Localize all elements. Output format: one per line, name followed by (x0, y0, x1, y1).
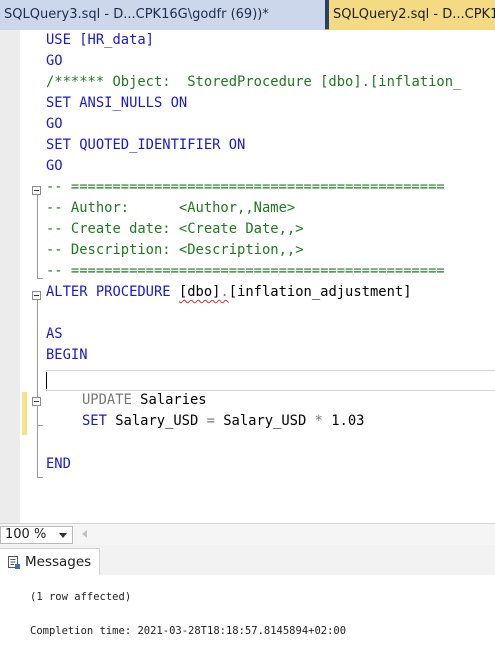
outline-line-comment (37, 195, 38, 278)
tab-sqlquery3-label: SQLQuery3.sql - D...CPK16G\godfr (69))* (4, 7, 269, 22)
code-line-2: GO (46, 51, 63, 72)
multiply-operator: * (314, 413, 332, 429)
code-line-6: SET QUOTED_IDENTIFIER ON (46, 135, 245, 156)
as-keyword: AS (46, 326, 63, 342)
object-comment: /****** Object: StoredProcedure [dbo].[i… (46, 74, 462, 90)
code-line-15: AS (46, 324, 63, 345)
messages-output[interactable]: (1 row affected) Completion time: 2021-0… (0, 575, 495, 663)
code-line-12: -- =====================================… (46, 261, 445, 282)
text-caret (46, 372, 47, 389)
column-name: Salary_USD (115, 413, 207, 429)
chevron-down-icon[interactable] (59, 533, 67, 538)
set-keyword: SET (82, 413, 116, 429)
set-quoted-identifier: SET QUOTED_IDENTIFIER (46, 137, 229, 153)
results-tab-strip: Messages (0, 545, 495, 575)
tab-sqlquery2-label: SQLQuery2.sql - D...CPK1 (333, 7, 495, 22)
rows-affected-message: (1 row affected) (30, 591, 132, 603)
code-line-13: ALTER PROCEDURE [dbo].[inflation_adjustm… (46, 282, 412, 303)
equals-operator: = (206, 413, 224, 429)
scroll-left-arrow-icon[interactable] (82, 530, 87, 538)
comment-author: -- Author: <Author,,Name> (46, 200, 296, 216)
comment-description: -- Description: <Description,,> (46, 242, 304, 258)
code-line-1: USE [HR_data] (46, 30, 154, 51)
comment-separator: -- =====================================… (46, 263, 445, 279)
editor-status-strip: 100 % (0, 523, 495, 545)
code-line-16: BEGIN (46, 345, 88, 366)
indicator-margin (0, 30, 20, 523)
column-name: Salary_USD (223, 413, 315, 429)
code-line-19: SET Salary_USD = Salary_USD * 1.03 (82, 411, 364, 432)
alter-procedure-keyword: ALTER PROCEDURE (46, 284, 179, 300)
code-line-9: -- Author: <Author,,Name> (46, 198, 295, 219)
go-keyword: GO (46, 116, 63, 132)
messages-icon (8, 556, 20, 569)
tab-messages[interactable]: Messages (0, 548, 100, 575)
comment-separator: -- =====================================… (46, 179, 445, 195)
document-tab-strip: SQLQuery3.sql - D...CPK16G\godfr (69))* … (0, 0, 495, 30)
change-indicator-bar (22, 392, 27, 435)
collapse-procedure-icon[interactable] (32, 291, 41, 300)
table-name: Salaries (140, 392, 207, 408)
zoom-value: 100 % (5, 527, 47, 542)
on-keyword: ON (228, 137, 246, 153)
outline-tick-end (37, 477, 43, 478)
use-statement: USE [HR_data] (46, 32, 154, 48)
go-keyword: GO (46, 53, 63, 69)
numeric-literal: 1.03 (331, 413, 365, 429)
code-line-11: -- Description: <Description,,> (46, 240, 304, 261)
code-line-5: GO (46, 114, 63, 135)
zoom-select[interactable]: 100 % (0, 526, 73, 544)
end-keyword: END (46, 456, 71, 472)
tab-sqlquery3[interactable]: SQLQuery3.sql - D...CPK16G\godfr (69))* (0, 0, 325, 30)
code-line-21: END (46, 454, 71, 475)
procedure-name: [inflation_adjustment] (228, 284, 412, 300)
go-keyword: GO (46, 158, 63, 174)
tab-messages-label: Messages (25, 554, 92, 570)
set-ansi-nulls: SET ANSI_NULLS (46, 95, 171, 111)
outline-tick-update (37, 425, 43, 426)
code-line-10: -- Create date: <Create Date,,> (46, 219, 304, 240)
outline-tick-comment (37, 278, 43, 279)
code-line-7: GO (46, 156, 63, 177)
current-line-highlight (46, 370, 495, 391)
comment-create-date: -- Create date: <Create Date,,> (46, 221, 304, 237)
query-editor[interactable]: USE [HR_data] GO /****** Object: StoredP… (0, 30, 495, 523)
collapse-update-icon[interactable] (32, 397, 41, 406)
tab-sqlquery2[interactable]: SQLQuery2.sql - D...CPK1 (329, 0, 495, 30)
code-line-3: /****** Object: StoredProcedure [dbo].[i… (46, 72, 461, 93)
outline-line-procedure (37, 300, 38, 477)
completion-time-message: Completion time: 2021-03-28T18:18:57.814… (30, 625, 347, 637)
collapse-comment-icon[interactable] (32, 186, 41, 195)
code-line-18: UPDATE Salaries (82, 390, 207, 411)
outline-line-update (37, 406, 38, 425)
code-line-4: SET ANSI_NULLS ON (46, 93, 187, 114)
dot-separator: . (220, 284, 229, 300)
update-keyword: UPDATE (82, 392, 141, 408)
code-line-8: -- =====================================… (46, 177, 445, 198)
begin-keyword: BEGIN (46, 347, 88, 363)
schema-name: [dbo] (178, 284, 221, 300)
on-keyword: ON (170, 95, 188, 111)
